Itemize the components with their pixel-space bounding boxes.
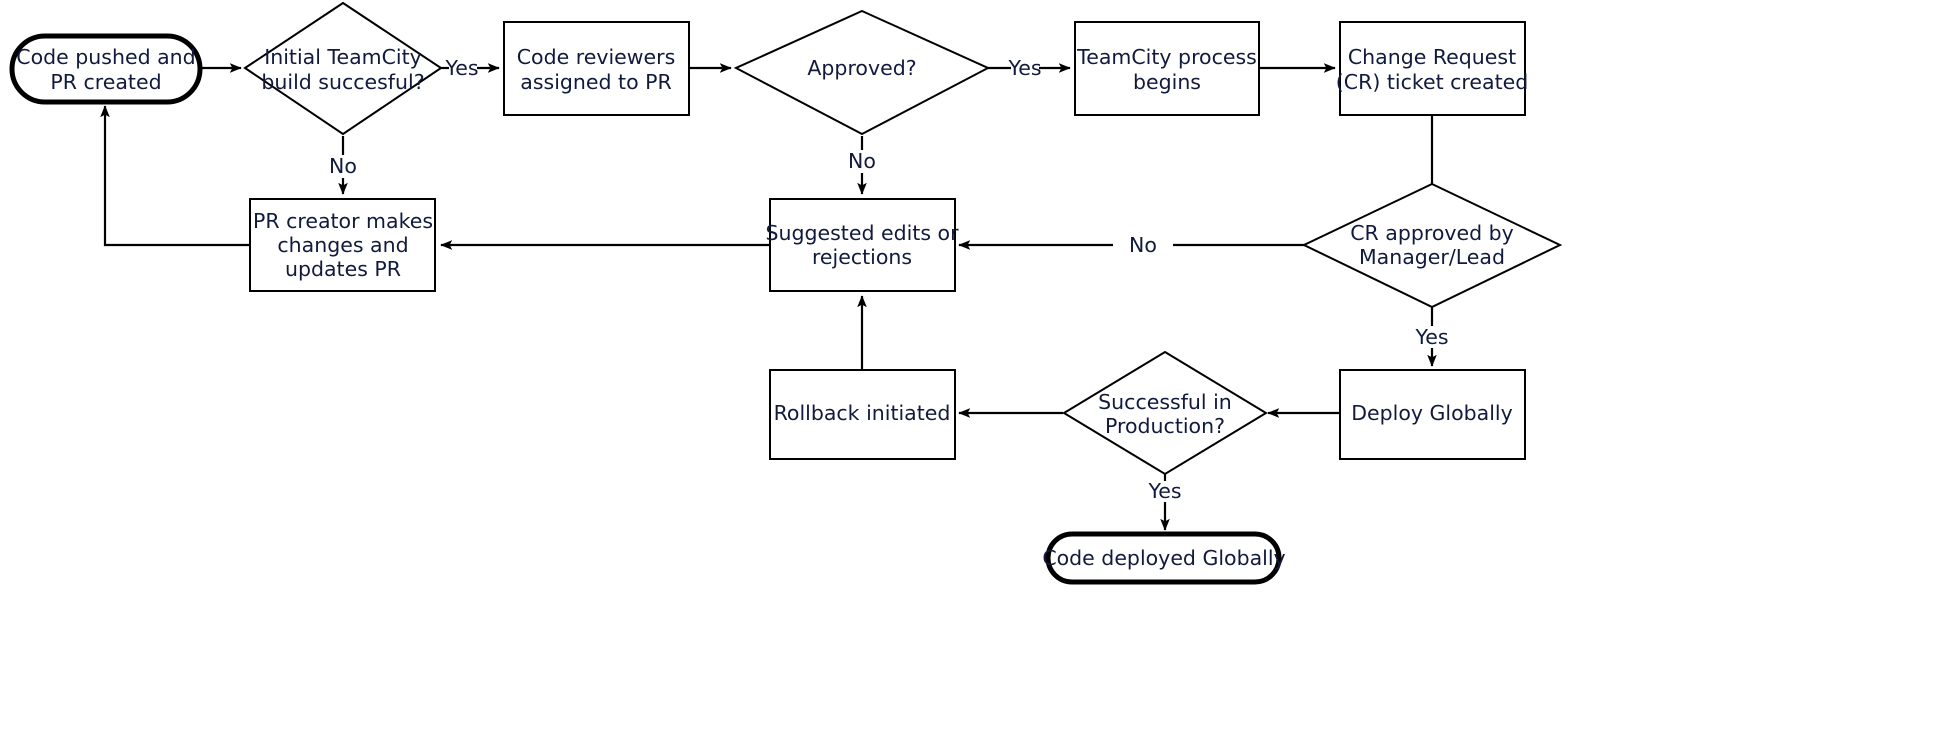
node-reviewers[interactable]: Code reviewers assigned to PR bbox=[503, 21, 690, 116]
flowchart-svg: Yes No Yes No No Yes Yes Code pushed and… bbox=[9, 1, 1563, 585]
node-deploy[interactable]: Deploy Globally bbox=[1339, 369, 1526, 460]
edge-label-build-yes: Yes bbox=[444, 56, 478, 80]
edge-label-approved-no: No bbox=[848, 149, 876, 173]
nodes-layer: Code pushed and PR created Initial TeamC… bbox=[9, 1, 1563, 585]
edge-label-build-no: No bbox=[329, 154, 357, 178]
node-build-check-label-line1: Initial TeamCity bbox=[264, 45, 422, 69]
edge-approved-to-suggested-edits: No bbox=[848, 136, 876, 195]
node-start-label-line2: PR created bbox=[50, 70, 161, 94]
edge-pr-creator-to-start bbox=[100, 105, 249, 247]
edge-build-check-to-reviewers: Yes bbox=[440, 56, 500, 80]
node-approved[interactable]: Approved? bbox=[733, 9, 991, 136]
node-pr-creator-label-line1: PR creator makes bbox=[253, 209, 433, 233]
node-pr-creator[interactable]: PR creator makes changes and updates PR bbox=[249, 198, 436, 292]
node-teamcity-process[interactable]: TeamCity process begins bbox=[1074, 21, 1260, 116]
node-teamcity-process-label-line2: begins bbox=[1133, 70, 1201, 94]
edge-label-cr-no: No bbox=[1129, 233, 1157, 257]
node-suggested-edits-label-line1: Suggested edits or bbox=[765, 221, 959, 245]
node-build-check-label-line2: build succesful? bbox=[261, 70, 424, 94]
node-cr-ticket[interactable]: Change Request (CR) ticket created bbox=[1336, 21, 1528, 116]
node-start-label-line1: Code pushed and bbox=[16, 45, 195, 69]
node-cr-approved-label-line1: CR approved by bbox=[1350, 221, 1514, 245]
edge-build-check-to-pr-creator: No bbox=[329, 136, 357, 195]
node-deploy-label-line1: Deploy Globally bbox=[1351, 401, 1513, 425]
edge-label-cr-yes: Yes bbox=[1414, 325, 1448, 349]
node-cr-approved-label-line2: Manager/Lead bbox=[1359, 245, 1505, 269]
node-cr-ticket-label-line2: (CR) ticket created bbox=[1336, 70, 1528, 94]
node-pr-creator-label-line3: updates PR bbox=[285, 257, 401, 281]
node-approved-label-line1: Approved? bbox=[807, 56, 916, 80]
node-teamcity-process-label-line1: TeamCity process bbox=[1076, 45, 1257, 69]
node-reviewers-label-line1: Code reviewers bbox=[517, 45, 676, 69]
node-start[interactable]: Code pushed and PR created bbox=[9, 33, 203, 105]
node-end[interactable]: Code deployed Globally bbox=[1042, 531, 1286, 585]
flowchart-canvas: Yes No Yes No No Yes Yes Code pushed and… bbox=[0, 0, 1946, 734]
node-build-check[interactable]: Initial TeamCity build succesful? bbox=[243, 1, 443, 136]
node-reviewers-label-line2: assigned to PR bbox=[520, 70, 671, 94]
node-prod-check-label-line1: Successful in bbox=[1098, 390, 1232, 414]
node-cr-approved[interactable]: CR approved by Manager/Lead bbox=[1301, 182, 1563, 309]
node-pr-creator-label-line2: changes and bbox=[277, 233, 408, 257]
edge-cr-approved-to-suggested-edits: No bbox=[958, 233, 1332, 257]
node-rollback-label-line1: Rollback initiated bbox=[774, 401, 951, 425]
edge-label-prod-yes: Yes bbox=[1147, 479, 1181, 503]
node-prod-check[interactable]: Successful in Production? bbox=[1062, 350, 1268, 476]
node-rollback[interactable]: Rollback initiated bbox=[769, 369, 956, 460]
edge-label-approved-yes: Yes bbox=[1007, 56, 1041, 80]
node-cr-ticket-label-line1: Change Request bbox=[1348, 45, 1516, 69]
node-suggested-edits-label-line2: rejections bbox=[812, 245, 912, 269]
node-prod-check-label-line2: Production? bbox=[1105, 414, 1225, 438]
node-end-label-line1: Code deployed Globally bbox=[1042, 546, 1285, 570]
edge-prod-check-to-end: Yes bbox=[1147, 472, 1182, 531]
node-suggested-edits[interactable]: Suggested edits or rejections bbox=[765, 198, 959, 292]
edge-cr-approved-to-deploy: Yes bbox=[1414, 306, 1449, 367]
